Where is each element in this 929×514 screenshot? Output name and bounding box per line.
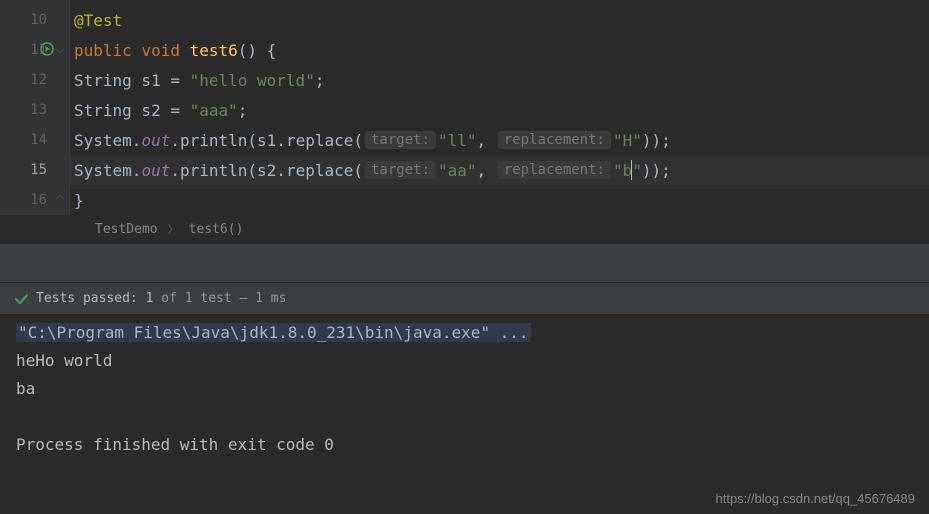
string-literal: " [632, 161, 642, 180]
code-text: System. [74, 131, 141, 150]
breadcrumb[interactable]: TestDemo 〉 test6() [0, 215, 929, 243]
console-command: "C:\Program Files\Java\jdk1.8.0_231\bin\… [16, 323, 531, 342]
watermark: https://blog.csdn.net/qq_45676489 [716, 491, 916, 506]
fold-icon[interactable] [56, 45, 64, 53]
fold-icon[interactable] [56, 195, 64, 203]
code-text: .println(s2.replace( [170, 161, 363, 180]
code-text: ; [315, 71, 325, 90]
breadcrumb-class[interactable]: TestDemo [95, 222, 158, 237]
run-test-icon[interactable] [40, 42, 54, 56]
console-exit: Process finished with exit code 0 [16, 431, 913, 459]
field-ref: out [141, 131, 170, 150]
code-text: () { [238, 41, 277, 60]
code-text: String s2 = [74, 101, 190, 120]
string-literal: "ll" [438, 131, 477, 150]
param-hint: target: [365, 131, 436, 149]
code-text: )); [642, 131, 671, 150]
string-literal: "hello world" [190, 71, 315, 90]
code-editor[interactable]: 10 11 12 13 14 15 16 @Test public void t… [0, 0, 929, 215]
string-literal: "aaa" [190, 101, 238, 120]
code-content[interactable]: @Test public void test6() { String s1 = … [70, 0, 929, 215]
code-text: .println(s1.replace( [170, 131, 363, 150]
keyword: public void [74, 41, 190, 60]
code-text: ; [238, 101, 248, 120]
line-number: 10 [0, 5, 69, 35]
line-number: 13 [0, 95, 69, 125]
field-ref: out [141, 161, 170, 180]
breadcrumb-method[interactable]: test6() [189, 222, 244, 237]
line-number: 12 [0, 65, 69, 95]
chevron-right-icon: 〉 [168, 221, 179, 237]
code-text: , [477, 161, 496, 180]
console-line: heHo world [16, 347, 913, 375]
code-text: } [74, 191, 84, 210]
param-hint: target: [365, 161, 436, 179]
line-number: 16 [0, 185, 69, 215]
editor-gutter: 10 11 12 13 14 15 16 [0, 0, 70, 215]
panel-divider[interactable] [0, 243, 929, 283]
test-status-bar: Tests passed: 1 of 1 test – 1 ms [0, 283, 929, 315]
check-icon [14, 292, 28, 306]
line-number: 15 [0, 155, 69, 185]
line-number: 11 [0, 35, 69, 65]
code-text: String s1 = [74, 71, 190, 90]
method-name: test6 [190, 41, 238, 60]
param-hint: replacement: [498, 131, 611, 149]
annotation: @Test [74, 11, 122, 30]
tests-passed-suffix: of 1 test – 1 ms [161, 291, 286, 306]
console-line: ba [16, 375, 913, 403]
string-literal: "b [613, 161, 632, 180]
param-hint: replacement: [498, 161, 611, 179]
console-output[interactable]: "C:\Program Files\Java\jdk1.8.0_231\bin\… [0, 315, 929, 469]
code-text: , [477, 131, 496, 150]
string-literal: "aa" [438, 161, 477, 180]
code-text: )); [642, 161, 671, 180]
tests-passed-count: 1 [146, 291, 154, 306]
line-number: 14 [0, 125, 69, 155]
tests-passed-label: Tests passed: [36, 291, 138, 306]
string-literal: "H" [613, 131, 642, 150]
code-text: System. [74, 161, 141, 180]
